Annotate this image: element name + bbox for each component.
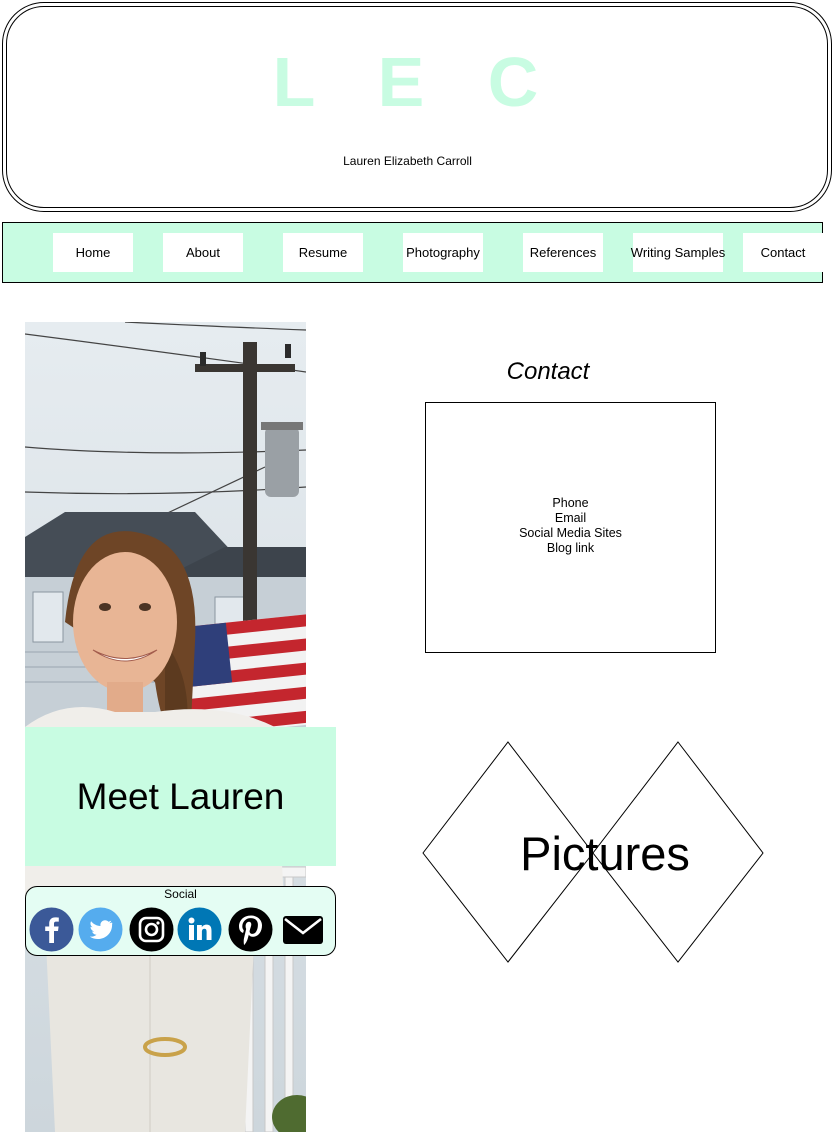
pinterest-icon[interactable] xyxy=(228,907,273,952)
nav-contact[interactable]: Contact xyxy=(743,233,823,272)
nav-references[interactable]: References xyxy=(523,233,603,272)
instagram-icon[interactable] xyxy=(129,907,174,952)
facebook-icon[interactable] xyxy=(29,907,74,952)
nav-writing-samples[interactable]: Writing Samples xyxy=(631,233,725,272)
meet-lauren-banner[interactable]: Meet Lauren xyxy=(25,727,336,866)
site-logo[interactable]: L E C xyxy=(0,40,833,124)
nav-bar: Home About Resume Photography References… xyxy=(2,222,823,283)
twitter-icon[interactable] xyxy=(78,907,123,952)
social-label: Social xyxy=(164,887,197,901)
contact-social-media[interactable]: Social Media Sites xyxy=(426,526,715,541)
contact-panel: Phone Email Social Media Sites Blog link xyxy=(425,402,716,653)
contact-phone[interactable]: Phone xyxy=(426,496,715,511)
pictures-label[interactable]: Pictures xyxy=(480,826,730,881)
nav-resume[interactable]: Resume xyxy=(283,233,363,272)
site-owner-name: Lauren Elizabeth Carroll xyxy=(343,154,472,168)
nav-about[interactable]: About xyxy=(163,233,243,272)
social-panel: Social xyxy=(25,886,336,956)
contact-list: Phone Email Social Media Sites Blog link xyxy=(426,496,715,556)
contact-email[interactable]: Email xyxy=(426,511,715,526)
contact-blog-link[interactable]: Blog link xyxy=(426,541,715,556)
nav-photography[interactable]: Photography xyxy=(403,233,483,272)
nav-home[interactable]: Home xyxy=(53,233,133,272)
contact-heading: Contact xyxy=(506,358,590,385)
linkedin-icon[interactable] xyxy=(177,907,222,952)
email-icon[interactable] xyxy=(280,907,325,952)
